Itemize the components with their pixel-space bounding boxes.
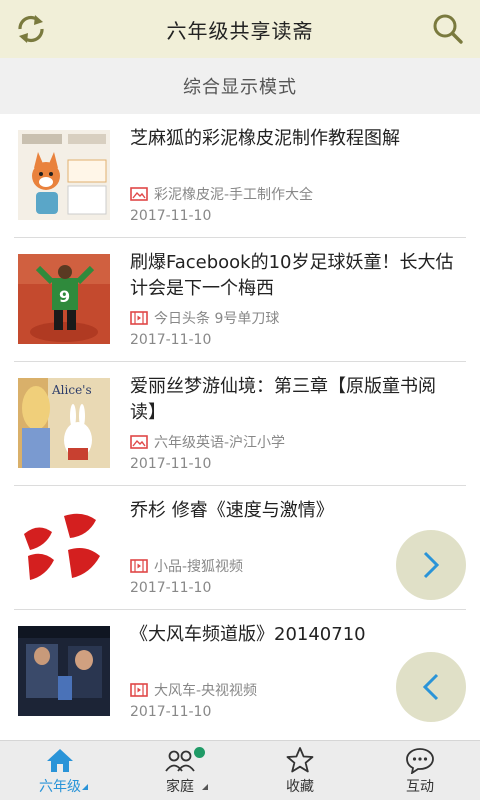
item-source-label: 今日头条 9号单刀球	[154, 311, 280, 327]
image-icon	[130, 435, 148, 449]
bottom-nav: 六年级 家庭 收藏 互动	[0, 740, 480, 800]
item-date: 2017-11-10	[130, 580, 212, 596]
chevron-left-icon	[422, 673, 439, 701]
video-icon	[130, 683, 148, 697]
prev-page-button[interactable]	[396, 652, 466, 722]
family-icon	[165, 750, 195, 772]
nav-label: 家庭	[166, 778, 194, 795]
video-icon	[130, 311, 148, 325]
item-source: 今日头条 9号单刀球	[130, 308, 279, 328]
display-mode-bar[interactable]: 综合显示模式	[0, 58, 480, 114]
item-thumbnail	[18, 502, 110, 592]
next-page-button[interactable]	[396, 530, 466, 600]
list-item[interactable]: 乔杉 修睿《速度与激情》 小品-搜狐视频 2017-11-10	[14, 486, 466, 610]
nav-tab-family[interactable]: 家庭	[120, 741, 240, 800]
item-source: 彩泥橡皮泥-手工制作大全	[130, 184, 313, 204]
dropdown-corner-icon	[82, 784, 88, 790]
item-source: 小品-搜狐视频	[130, 556, 243, 576]
notification-dot	[194, 747, 205, 758]
item-thumbnail: Alice's	[18, 378, 110, 468]
list-item[interactable]: 芝麻狐的彩泥橡皮泥制作教程图解 彩泥橡皮泥-手工制作大全 2017-11-10	[14, 114, 466, 238]
item-title[interactable]: 刷爆Facebook的10岁足球妖童！长大估计会是下一个梅西	[130, 250, 458, 302]
item-source-label: 六年级英语-沪江小学	[154, 435, 286, 451]
list-item[interactable]: 9 刷爆Facebook的10岁足球妖童！长大估计会是下一个梅西 今日头条 9号…	[14, 238, 466, 362]
item-date: 2017-11-10	[130, 208, 212, 224]
app-header: 六年级共享读斋	[0, 0, 480, 58]
item-source: 大风车-央视视频	[130, 680, 257, 700]
dropdown-corner-icon	[202, 784, 208, 790]
item-title[interactable]: 乔杉 修睿《速度与激情》	[130, 498, 458, 524]
item-thumbnail	[18, 130, 110, 220]
home-icon	[47, 748, 73, 772]
nav-tab-favorites[interactable]: 收藏	[240, 741, 360, 800]
nav-tab-grade[interactable]: 六年级	[0, 741, 120, 800]
item-date: 2017-11-10	[130, 332, 212, 348]
nav-label: 六年级	[39, 778, 81, 795]
app-screen: 六年级共享读斋 综合显示模式 芝麻狐的彩泥橡皮泥制作教程图解 彩泥橡皮泥-手工制…	[0, 0, 480, 800]
item-date: 2017-11-10	[130, 456, 212, 472]
display-mode-label: 综合显示模式	[183, 77, 297, 98]
item-source-label: 小品-搜狐视频	[154, 559, 244, 575]
search-icon[interactable]	[430, 11, 466, 47]
nav-label: 互动	[406, 778, 434, 795]
item-source-label: 大风车-央视视频	[154, 683, 258, 699]
item-thumbnail	[18, 626, 110, 716]
list-item[interactable]: Alice's 爱丽丝梦游仙境：第三章【原版童书阅读】 六年级英语-沪江小学 2…	[14, 362, 466, 486]
page-title: 六年级共享读斋	[166, 18, 314, 43]
thumbnail-caption: Alice's	[51, 383, 92, 397]
item-thumbnail: 9	[18, 254, 110, 344]
video-icon	[130, 559, 148, 573]
item-source: 六年级英语-沪江小学	[130, 432, 285, 452]
item-title[interactable]: 芝麻狐的彩泥橡皮泥制作教程图解	[130, 126, 458, 152]
item-source-label: 彩泥橡皮泥-手工制作大全	[154, 187, 314, 203]
nav-tab-interact[interactable]: 互动	[360, 741, 480, 800]
item-date: 2017-11-10	[130, 704, 212, 720]
item-title[interactable]: 爱丽丝梦游仙境：第三章【原版童书阅读】	[130, 374, 458, 426]
chat-icon	[406, 747, 434, 774]
svg-text:9: 9	[59, 287, 70, 306]
refresh-icon[interactable]	[12, 10, 50, 48]
article-list[interactable]: 芝麻狐的彩泥橡皮泥制作教程图解 彩泥橡皮泥-手工制作大全 2017-11-10	[0, 114, 480, 740]
nav-label: 收藏	[286, 778, 314, 795]
star-icon	[286, 746, 314, 772]
item-title[interactable]: 《大风车频道版》20140710	[130, 622, 458, 648]
chevron-right-icon	[423, 551, 440, 579]
image-icon	[130, 187, 148, 201]
